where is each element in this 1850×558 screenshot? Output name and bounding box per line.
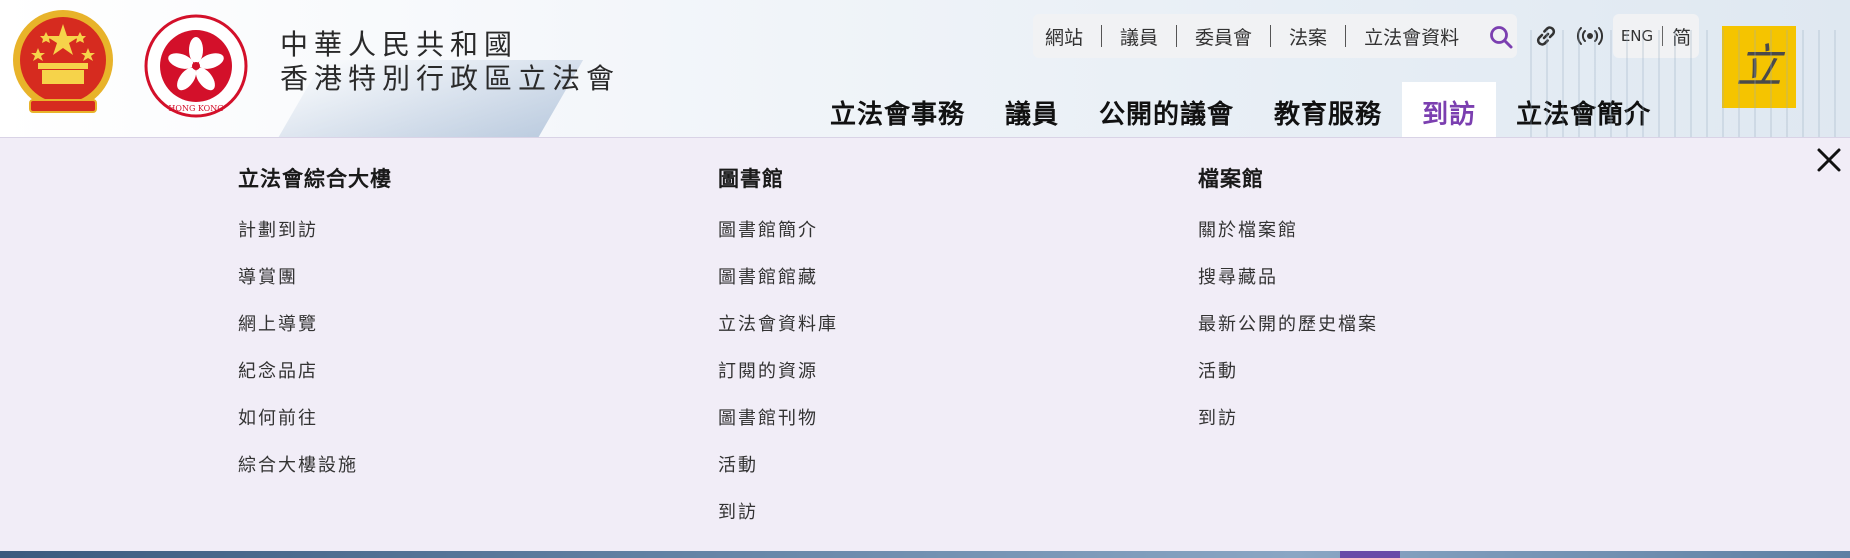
legco-logo[interactable]: 立	[1722, 26, 1796, 108]
utility-link-bills[interactable]: 法案	[1289, 23, 1327, 50]
nav-item-legco-business[interactable]: 立法會事務	[810, 82, 985, 137]
menu-list-library: 圖書館簡介 圖書館館藏 立法會資料庫 訂閱的資源 圖書館刊物 活動 到訪	[718, 216, 838, 545]
menu-item-library-intro[interactable]: 圖書館簡介	[718, 216, 838, 263]
utility-links-bar: 網站 議員 委員會 法案 立法會資料	[1033, 14, 1517, 58]
utility-link-websites[interactable]: 網站	[1045, 23, 1083, 50]
menu-heading-complex[interactable]: 立法會綜合大樓	[238, 163, 392, 193]
menu-heading-library[interactable]: 圖書館	[718, 163, 838, 193]
menu-item-souvenir-shop[interactable]: 紀念品店	[238, 357, 392, 404]
divider	[1270, 25, 1272, 47]
utility-link-members[interactable]: 議員	[1120, 23, 1158, 50]
menu-item-library-visit[interactable]: 到訪	[718, 498, 838, 545]
menu-item-virtual-tour[interactable]: 網上導覽	[238, 310, 392, 357]
menu-item-subscribed-resources[interactable]: 訂閱的資源	[718, 357, 838, 404]
menu-column-archives: 檔案館 關於檔案館 搜尋藏品 最新公開的歷史檔案 活動 到訪	[1198, 163, 1378, 451]
broadcast-icon[interactable]	[1576, 24, 1604, 48]
menu-item-guided-tours[interactable]: 導賞團	[238, 263, 392, 310]
language-switcher: ENG 简	[1613, 14, 1699, 58]
utility-link-legco-info[interactable]: 立法會資料	[1364, 23, 1459, 50]
link-icon[interactable]	[1532, 22, 1560, 50]
language-english[interactable]: ENG	[1621, 27, 1653, 45]
menu-column-complex: 立法會綜合大樓 計劃到訪 導賞團 網上導覽 紀念品店 如何前往 綜合大樓設施	[238, 163, 392, 498]
background-banner-edge	[0, 551, 1850, 558]
divider	[1176, 25, 1178, 47]
menu-item-archives-events[interactable]: 活動	[1198, 357, 1378, 404]
search-icon[interactable]	[1488, 24, 1514, 50]
site-title-line1: 中華人民共和國	[280, 28, 519, 61]
site-title-line2: 香港特別行政區立法會	[280, 62, 621, 95]
national-emblem-icon	[13, 10, 113, 113]
legco-logo-text: 立	[1736, 39, 1786, 93]
menu-item-latest-archives[interactable]: 最新公開的歷史檔案	[1198, 310, 1378, 357]
hong-kong-emblem-icon: HONG KONG	[144, 14, 248, 118]
hk-emblem-text: HONG KONG	[168, 104, 223, 113]
menu-item-complex-facilities[interactable]: 綜合大樓設施	[238, 451, 392, 498]
close-icon[interactable]	[1814, 145, 1844, 175]
menu-item-library-collection[interactable]: 圖書館館藏	[718, 263, 838, 310]
background-banner-badge	[1340, 551, 1400, 558]
menu-column-library: 圖書館 圖書館簡介 圖書館館藏 立法會資料庫 訂閱的資源 圖書館刊物 活動 到訪	[718, 163, 838, 545]
menu-heading-archives[interactable]: 檔案館	[1198, 163, 1378, 193]
menu-item-how-to-get-there[interactable]: 如何前往	[238, 404, 392, 451]
nav-item-about-legco[interactable]: 立法會簡介	[1496, 82, 1671, 137]
main-navigation: 立法會事務 議員 公開的議會 教育服務 到訪 立法會簡介	[810, 82, 1671, 137]
menu-list-complex: 計劃到訪 導賞團 網上導覽 紀念品店 如何前往 綜合大樓設施	[238, 216, 392, 498]
divider	[1345, 25, 1347, 47]
menu-item-library-publications[interactable]: 圖書館刊物	[718, 404, 838, 451]
nav-item-open-legislature[interactable]: 公開的議會	[1079, 82, 1254, 137]
menu-item-plan-visit[interactable]: 計劃到訪	[238, 216, 392, 263]
menu-item-search-collection[interactable]: 搜尋藏品	[1198, 263, 1378, 310]
menu-item-library-events[interactable]: 活動	[718, 451, 838, 498]
nav-item-members[interactable]: 議員	[985, 82, 1079, 137]
divider	[1662, 26, 1664, 46]
nav-item-education[interactable]: 教育服務	[1254, 82, 1402, 137]
menu-list-archives: 關於檔案館 搜尋藏品 最新公開的歷史檔案 活動 到訪	[1198, 216, 1378, 451]
divider	[1101, 25, 1103, 47]
menu-item-about-archives[interactable]: 關於檔案館	[1198, 216, 1378, 263]
menu-item-archives-visit[interactable]: 到訪	[1198, 404, 1378, 451]
utility-link-committees[interactable]: 委員會	[1195, 23, 1252, 50]
nav-item-visit[interactable]: 到訪	[1402, 82, 1497, 137]
site-header: HONG KONG 中華人民共和國 香港特別行政區立法會 網站 議員 委員會 法…	[0, 0, 1850, 137]
site-title[interactable]: 中華人民共和國 香港特別行政區立法會	[280, 28, 620, 96]
menu-item-legco-database[interactable]: 立法會資料庫	[718, 310, 838, 357]
language-simplified-chinese[interactable]: 简	[1672, 23, 1691, 50]
